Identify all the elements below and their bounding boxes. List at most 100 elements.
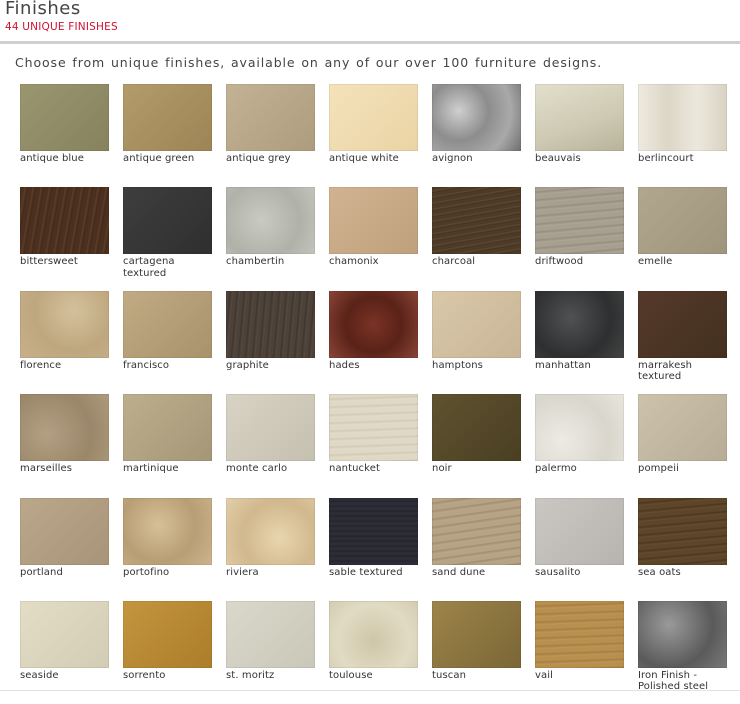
finish-tile[interactable]: tuscan [432,600,521,704]
finish-swatch[interactable] [535,394,624,462]
finish-swatch[interactable] [226,187,315,255]
finish-swatch[interactable] [123,497,212,565]
finish-label[interactable]: sorrento [123,670,212,682]
finish-label[interactable]: florence [20,360,109,372]
finish-swatch[interactable] [535,187,624,255]
finish-tile[interactable]: sable textured [329,497,418,601]
finish-swatch[interactable] [432,290,521,358]
finish-tile[interactable]: monte carlo [226,394,315,497]
finish-tile[interactable]: seaside [20,600,109,704]
finish-label[interactable]: antique grey [226,153,315,165]
finish-swatch[interactable] [226,497,315,565]
finish-tile[interactable]: berlincourt [638,84,727,187]
finish-tile[interactable]: pompeii [638,394,727,497]
finish-tile[interactable]: antique blue [20,84,109,187]
finish-tile[interactable]: riviera [226,497,315,601]
finish-tile[interactable]: martinique [123,394,212,497]
finish-tile[interactable]: francisco [123,290,212,394]
finish-swatch[interactable] [432,600,521,668]
finish-tile[interactable]: toulouse [329,600,418,704]
finish-label[interactable]: cartagena textured [123,256,212,279]
finish-swatch[interactable] [123,394,212,462]
finish-label[interactable]: antique blue [20,153,109,165]
finish-tile[interactable]: florence [20,290,109,394]
finish-label[interactable]: hamptons [432,360,521,372]
finish-tile[interactable]: vail [535,600,624,704]
finish-tile[interactable]: noir [432,394,521,497]
finish-tile[interactable]: emelle [638,187,727,290]
finish-swatch[interactable] [535,497,624,565]
finish-swatch[interactable] [432,187,521,255]
finish-swatch[interactable] [638,84,727,151]
finish-label[interactable]: noir [432,463,521,475]
finish-label[interactable]: pompeii [638,463,727,475]
finish-tile[interactable]: Iron Finish - Polished steel [638,600,727,704]
finish-label[interactable]: riviera [226,567,315,579]
finish-tile[interactable]: sorrento [123,600,212,704]
finish-label[interactable]: avignon [432,153,521,165]
finish-label[interactable]: chamonix [329,256,418,268]
finish-tile[interactable]: antique green [123,84,212,187]
finish-tile[interactable]: palermo [535,394,624,497]
finish-swatch[interactable] [432,84,521,151]
finish-swatch[interactable] [20,84,109,151]
finish-swatch[interactable] [329,497,418,565]
finish-tile[interactable]: cartagena textured [123,187,212,290]
finish-label[interactable]: francisco [123,360,212,372]
finish-tile[interactable]: avignon [432,84,521,187]
finish-swatch[interactable] [535,290,624,358]
finish-label[interactable]: berlincourt [638,153,727,165]
finish-tile[interactable]: marrakesh textured [638,290,727,394]
finish-label[interactable]: bittersweet [20,256,109,268]
finish-label[interactable]: beauvais [535,153,624,165]
finish-label[interactable]: marseilles [20,463,109,475]
finish-swatch[interactable] [20,497,109,565]
finish-tile[interactable]: hades [329,290,418,394]
finish-label[interactable]: chambertin [226,256,315,268]
finish-swatch[interactable] [226,394,315,462]
finish-label[interactable]: seaside [20,670,109,682]
finish-tile[interactable]: st. moritz [226,600,315,704]
finish-swatch[interactable] [638,290,727,358]
finish-tile[interactable]: bittersweet [20,187,109,290]
finish-tile[interactable]: antique white [329,84,418,187]
finish-swatch[interactable] [329,600,418,668]
finish-label[interactable]: monte carlo [226,463,315,475]
finish-label[interactable]: antique green [123,153,212,165]
finish-label[interactable]: sausalito [535,567,624,579]
finish-swatch[interactable] [535,600,624,668]
finish-swatch[interactable] [638,187,727,255]
finish-swatch[interactable] [535,84,624,151]
finish-swatch[interactable] [329,84,418,151]
finish-swatch[interactable] [329,187,418,255]
finish-swatch[interactable] [432,394,521,462]
finish-label[interactable]: toulouse [329,670,418,682]
finish-tile[interactable]: chamonix [329,187,418,290]
finish-tile[interactable]: charcoal [432,187,521,290]
finish-label[interactable]: manhattan [535,360,624,372]
finish-tile[interactable]: marseilles [20,394,109,497]
finish-tile[interactable]: chambertin [226,187,315,290]
finish-swatch[interactable] [432,497,521,565]
finish-label[interactable]: graphite [226,360,315,372]
finish-swatch[interactable] [123,187,212,255]
finish-label[interactable]: marrakesh textured [638,360,727,383]
finish-swatch[interactable] [638,394,727,462]
finish-label[interactable]: sand dune [432,567,521,579]
finish-tile[interactable]: antique grey [226,84,315,187]
finish-swatch[interactable] [329,394,418,462]
finish-label[interactable]: vail [535,670,624,682]
finish-tile[interactable]: beauvais [535,84,624,187]
finish-swatch[interactable] [638,497,727,565]
finish-swatch[interactable] [226,290,315,358]
finish-label[interactable]: hades [329,360,418,372]
finish-label[interactable]: emelle [638,256,727,268]
finish-swatch[interactable] [226,600,315,668]
finish-label[interactable]: nantucket [329,463,418,475]
finish-label[interactable]: tuscan [432,670,521,682]
finish-label[interactable]: palermo [535,463,624,475]
finish-tile[interactable]: hamptons [432,290,521,394]
finish-label[interactable]: portland [20,567,109,579]
finish-swatch[interactable] [329,290,418,358]
finish-swatch[interactable] [20,394,109,462]
